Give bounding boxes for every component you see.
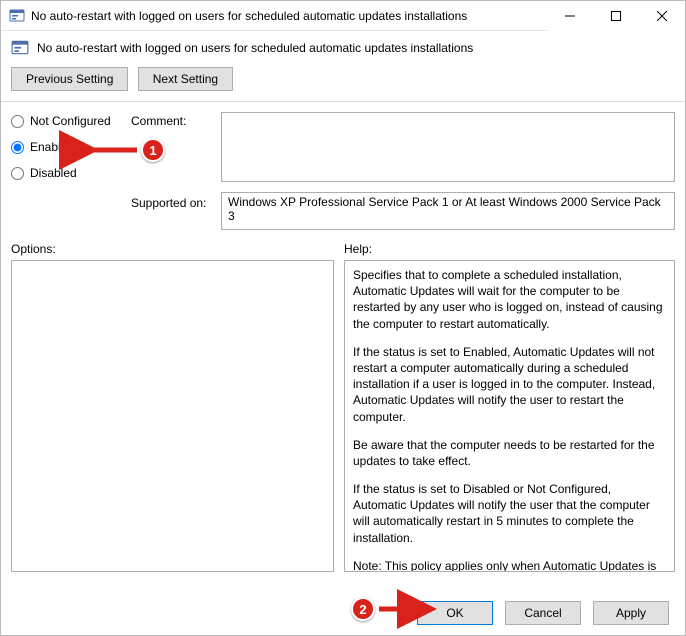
previous-setting-button[interactable]: Previous Setting [11, 67, 128, 91]
radio-not-configured-input[interactable] [11, 115, 24, 128]
close-button[interactable] [639, 1, 685, 31]
next-setting-button[interactable]: Next Setting [138, 67, 233, 91]
radio-disabled-input[interactable] [11, 167, 24, 180]
comment-textarea[interactable] [221, 112, 675, 182]
setting-nav: Previous Setting Next Setting [1, 63, 685, 102]
supported-label: Supported on: [131, 182, 221, 230]
annotation-badge-2: 2 [351, 597, 375, 621]
window-title: No auto-restart with logged on users for… [31, 9, 547, 23]
dialog-footer: 2 OK Cancel Apply [1, 591, 685, 635]
titlebar: No auto-restart with logged on users for… [1, 1, 685, 31]
radio-enabled-label: Enabled [30, 140, 74, 154]
help-pane[interactable]: Specifies that to complete a scheduled i… [344, 260, 675, 572]
help-paragraph: Note: This policy applies only when Auto… [353, 558, 666, 572]
ok-button[interactable]: OK [417, 601, 493, 625]
options-pane[interactable] [11, 260, 334, 572]
help-paragraph: If the status is set to Enabled, Automat… [353, 344, 666, 425]
help-paragraph: Be aware that the computer needs to be r… [353, 437, 666, 469]
supported-on-text: Windows XP Professional Service Pack 1 o… [228, 195, 668, 223]
policy-icon [11, 39, 29, 57]
minimize-button[interactable] [547, 1, 593, 31]
radio-enabled[interactable]: Enabled [11, 140, 131, 154]
radio-enabled-input[interactable] [11, 141, 24, 154]
help-label: Help: [344, 242, 372, 256]
radio-not-configured-label: Not Configured [30, 114, 111, 128]
radio-disabled-label: Disabled [30, 166, 77, 180]
cancel-button[interactable]: Cancel [505, 601, 581, 625]
apply-button[interactable]: Apply [593, 601, 669, 625]
subtitle-bar: No auto-restart with logged on users for… [1, 31, 685, 63]
policy-subtitle: No auto-restart with logged on users for… [37, 41, 473, 55]
policy-icon [9, 8, 25, 24]
supported-on-box: Windows XP Professional Service Pack 1 o… [221, 192, 675, 230]
options-label: Options: [11, 242, 344, 256]
policy-editor-window: No auto-restart with logged on users for… [0, 0, 686, 636]
help-paragraph: If the status is set to Disabled or Not … [353, 481, 666, 546]
radio-not-configured[interactable]: Not Configured [11, 114, 131, 128]
config-grid: Not Configured Enabled Disabled 1 [1, 102, 685, 230]
comment-label: Comment: [131, 112, 221, 182]
radio-disabled[interactable]: Disabled [11, 166, 131, 180]
help-paragraph: Specifies that to complete a scheduled i… [353, 267, 666, 332]
state-radio-group: Not Configured Enabled Disabled 1 [11, 112, 131, 230]
maximize-button[interactable] [593, 1, 639, 31]
